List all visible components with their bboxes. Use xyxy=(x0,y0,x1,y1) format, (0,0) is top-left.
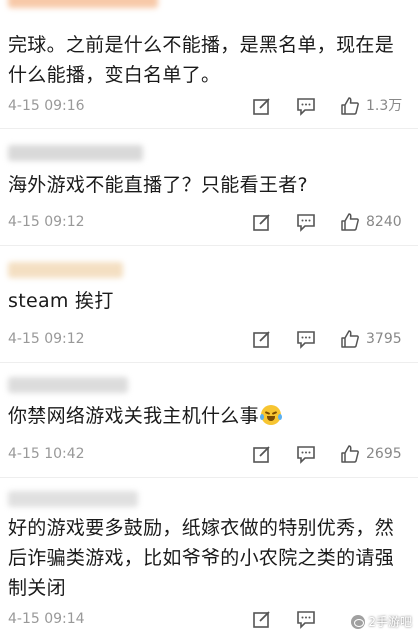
thumbs-up-icon[interactable] xyxy=(340,444,360,464)
reply-icon[interactable] xyxy=(296,609,316,629)
edit-icon[interactable] xyxy=(252,609,272,629)
divider xyxy=(0,362,418,363)
divider xyxy=(0,477,418,478)
comment-meta: 4-15 09:12 3795 xyxy=(0,328,418,350)
reply-icon[interactable] xyxy=(296,444,316,464)
reply-icon[interactable] xyxy=(296,96,316,116)
blurred-username xyxy=(8,377,128,393)
divider xyxy=(0,245,418,246)
comment-text-body: 你禁网络游戏关我主机什么事 xyxy=(8,405,259,427)
thumbs-up-icon[interactable] xyxy=(340,329,360,349)
edit-icon[interactable] xyxy=(252,212,272,232)
comment-text: 好的游戏要多鼓励，纸嫁衣做的特别优秀，然后诈骗类游戏，比如爷爷的小农院之类的请强… xyxy=(8,517,395,599)
comment-time: 4-15 09:14 xyxy=(8,611,85,627)
comment-meta: 4-15 09:12 8240 xyxy=(0,211,418,233)
blurred-username xyxy=(8,145,143,161)
blurred-username xyxy=(8,491,138,507)
reply-icon[interactable] xyxy=(296,329,316,349)
comment-time: 4-15 09:12 xyxy=(8,214,85,230)
comment-text: 海外游戏不能直播了？只能看王者? xyxy=(8,174,308,196)
thumbs-up-icon[interactable] xyxy=(340,96,360,116)
like-count: 1.3万 xyxy=(366,98,403,114)
divider xyxy=(0,128,418,129)
comment-meta: 4-15 10:42 2695 xyxy=(0,443,418,465)
like-count: 2695 xyxy=(366,446,402,462)
blurred-username xyxy=(8,0,158,8)
edit-icon[interactable] xyxy=(252,329,272,349)
comment-time: 4-15 10:42 xyxy=(8,446,85,462)
watermark: 2手游吧 xyxy=(351,613,412,630)
comment-meta: 4-15 09:16 1.3万 xyxy=(0,95,418,117)
like-count: 3795 xyxy=(366,331,402,347)
like-count: 8240 xyxy=(366,214,402,230)
thumbs-up-icon[interactable] xyxy=(340,212,360,232)
blurred-username xyxy=(8,262,123,278)
reply-icon[interactable] xyxy=(296,212,316,232)
watermark-text: 2手游吧 xyxy=(368,615,412,629)
comment-time: 4-15 09:16 xyxy=(8,98,85,114)
crying-laughing-emoji xyxy=(259,405,282,425)
edit-icon[interactable] xyxy=(252,96,272,116)
wechat-icon xyxy=(351,614,366,629)
comment-time: 4-15 09:12 xyxy=(8,331,85,347)
edit-icon[interactable] xyxy=(252,444,272,464)
comment-text: steam 挨打 xyxy=(8,290,114,312)
comment-text: 完球。之前是什么不能播，是黑名单，现在是什么能播，变白名单了。 xyxy=(8,34,395,86)
comment-text: 你禁网络游戏关我主机什么事 xyxy=(8,401,406,431)
